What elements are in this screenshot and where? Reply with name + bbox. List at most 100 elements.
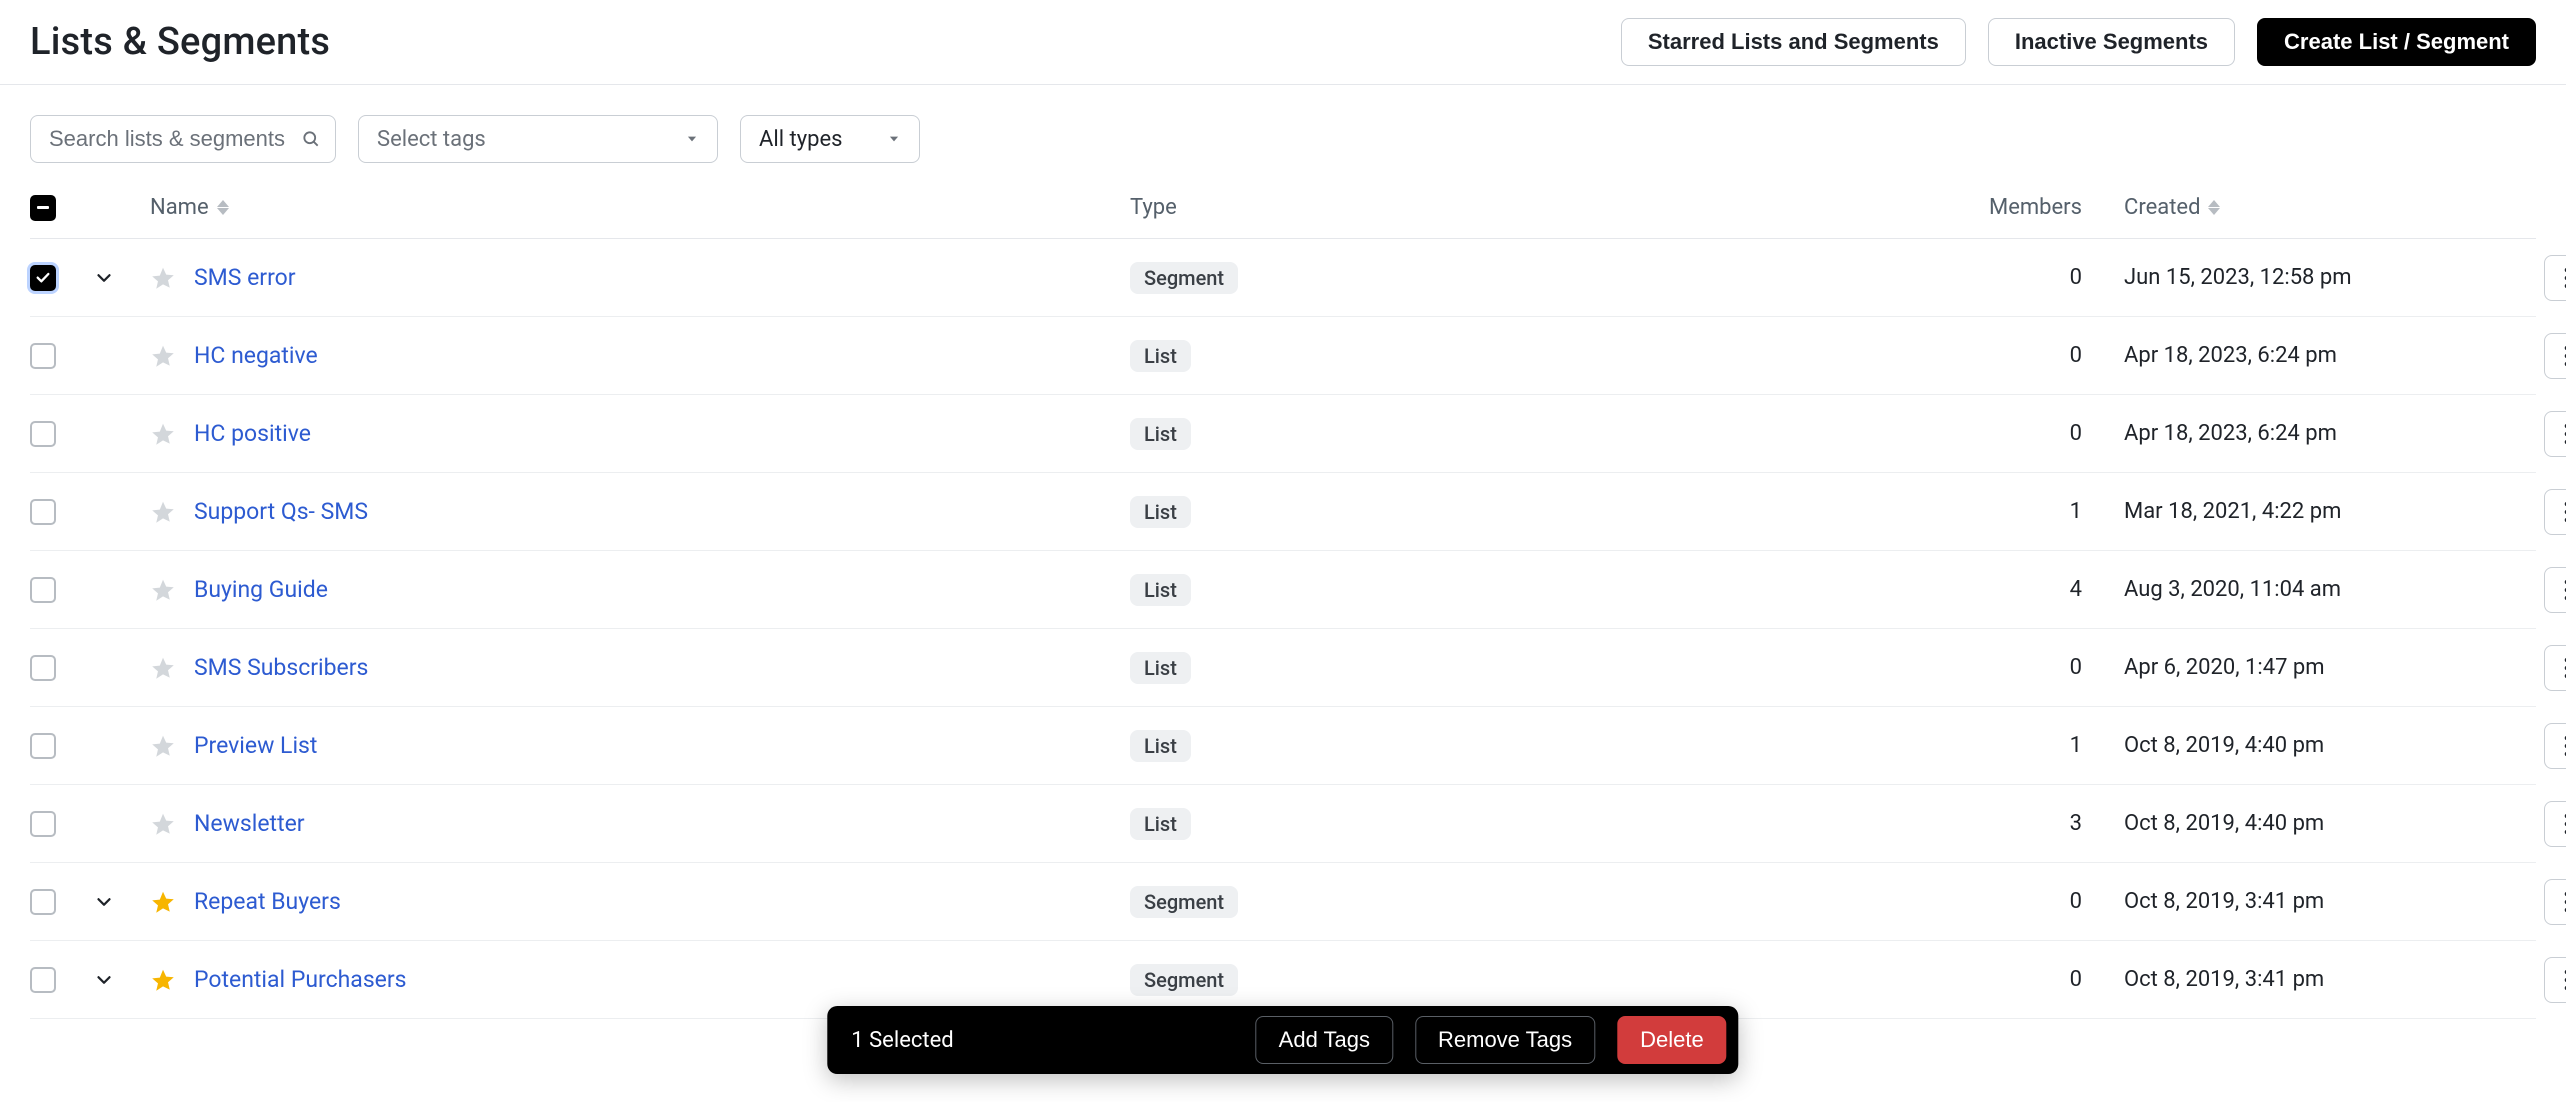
created-value: Jun 15, 2023, 12:58 pm (2090, 265, 2470, 290)
row-name-link[interactable]: Repeat Buyers (194, 888, 341, 915)
row-checkbox[interactable] (30, 265, 56, 291)
column-name-label: Name (150, 195, 209, 220)
row-actions-menu[interactable] (2544, 645, 2566, 691)
chevron-down-icon (887, 132, 901, 146)
star-toggle[interactable] (150, 577, 176, 603)
type-pill: List (1130, 418, 1191, 450)
row-checkbox[interactable] (30, 577, 56, 603)
sort-icon (2208, 200, 2220, 215)
row-checkbox[interactable] (30, 889, 56, 915)
star-toggle[interactable] (150, 967, 176, 993)
header-actions: Starred Lists and Segments Inactive Segm… (1621, 18, 2536, 66)
create-list-segment-button[interactable]: Create List / Segment (2257, 18, 2536, 66)
row-checkbox[interactable] (30, 421, 56, 447)
selection-toolbar: 1 Selected Add Tags Remove Tags Delete (827, 1006, 1738, 1074)
type-pill: List (1130, 808, 1191, 840)
table-header-row: Name Type Members Created (30, 177, 2536, 239)
row-checkbox[interactable] (30, 343, 56, 369)
page-header: Lists & Segments Starred Lists and Segme… (0, 0, 2566, 85)
column-header-name[interactable]: Name (150, 195, 1130, 220)
row-actions-menu[interactable] (2544, 723, 2566, 769)
remove-tags-button[interactable]: Remove Tags (1415, 1016, 1595, 1064)
column-header-type[interactable]: Type (1130, 195, 1830, 220)
column-header-created[interactable]: Created (2090, 195, 2470, 220)
sort-icon (217, 200, 229, 215)
select-all-cell (30, 195, 90, 221)
star-toggle[interactable] (150, 499, 176, 525)
created-value: Apr 6, 2020, 1:47 pm (2090, 655, 2470, 680)
star-toggle[interactable] (150, 733, 176, 759)
members-value: 0 (1830, 889, 2090, 914)
row-checkbox[interactable] (30, 733, 56, 759)
delete-button[interactable]: Delete (1617, 1016, 1727, 1064)
row-checkbox[interactable] (30, 499, 56, 525)
table-row: Repeat Buyers Segment 0Oct 8, 2019, 3:41 p… (30, 863, 2536, 941)
select-all-checkbox[interactable] (30, 195, 56, 221)
created-value: Oct 8, 2019, 3:41 pm (2090, 889, 2470, 914)
column-header-members[interactable]: Members (1830, 195, 2090, 220)
select-tags-dropdown[interactable]: Select tags (358, 115, 718, 163)
table-row: Support Qs- SMSList1Mar 18, 2021, 4:22 p… (30, 473, 2536, 551)
row-actions-menu[interactable] (2544, 801, 2566, 847)
search-input[interactable] (31, 116, 335, 162)
members-value: 0 (1830, 265, 2090, 290)
row-checkbox[interactable] (30, 655, 56, 681)
row-name-link[interactable]: Support Qs- SMS (194, 498, 368, 525)
type-pill: Segment (1130, 886, 1238, 918)
row-name-link[interactable]: SMS error (194, 264, 296, 291)
star-toggle[interactable] (150, 655, 176, 681)
select-tags-label: Select tags (377, 127, 486, 152)
row-name-link[interactable]: Preview List (194, 732, 317, 759)
created-value: Oct 8, 2019, 4:40 pm (2090, 733, 2470, 758)
row-name-link[interactable]: Buying Guide (194, 576, 328, 603)
row-name-link[interactable]: HC positive (194, 420, 311, 447)
row-actions-menu[interactable] (2544, 957, 2566, 1003)
row-actions-menu[interactable] (2544, 255, 2566, 301)
add-tags-button[interactable]: Add Tags (1256, 1016, 1393, 1064)
table-row: HC negativeList0Apr 18, 2023, 6:24 pm (30, 317, 2536, 395)
row-name-link[interactable]: Newsletter (194, 810, 305, 837)
type-pill: List (1130, 496, 1191, 528)
star-toggle[interactable] (150, 811, 176, 837)
created-value: Aug 3, 2020, 11:04 am (2090, 577, 2470, 602)
table-body: SMS errorSegment0Jun 15, 2023, 12:58 pmH… (30, 239, 2536, 1019)
select-types-dropdown[interactable]: All types (740, 115, 920, 163)
row-name-link[interactable]: SMS Subscribers (194, 654, 368, 681)
row-actions-menu[interactable] (2544, 333, 2566, 379)
members-value: 3 (1830, 811, 2090, 836)
type-pill: List (1130, 574, 1191, 606)
table-row: SMS errorSegment0Jun 15, 2023, 12:58 pm (30, 239, 2536, 317)
row-name-link[interactable]: Potential Purchasers (194, 966, 407, 993)
star-toggle[interactable] (150, 889, 176, 915)
members-value: 0 (1830, 421, 2090, 446)
row-actions-menu[interactable] (2544, 489, 2566, 535)
expand-toggle[interactable] (90, 888, 118, 916)
inactive-segments-button[interactable]: Inactive Segments (1988, 18, 2235, 66)
column-members-label: Members (1989, 195, 2082, 220)
search-input-wrapper[interactable] (30, 115, 336, 163)
type-pill: Segment (1130, 964, 1238, 996)
row-actions-menu[interactable] (2544, 567, 2566, 613)
row-actions-menu[interactable] (2544, 879, 2566, 925)
created-value: Apr 18, 2023, 6:24 pm (2090, 421, 2470, 446)
table-row: Newsletter List 3Oct 8, 2019, 4:40 pm (30, 785, 2536, 863)
created-value: Oct 8, 2019, 4:40 pm (2090, 811, 2470, 836)
row-name-link[interactable]: HC negative (194, 342, 318, 369)
row-checkbox[interactable] (30, 811, 56, 837)
row-actions-menu[interactable] (2544, 411, 2566, 457)
search-icon (301, 129, 321, 149)
starred-lists-button[interactable]: Starred Lists and Segments (1621, 18, 1966, 66)
star-toggle[interactable] (150, 421, 176, 447)
column-type-label: Type (1130, 195, 1177, 220)
selection-count: 1 Selected (851, 1028, 953, 1053)
members-value: 0 (1830, 343, 2090, 368)
star-toggle[interactable] (150, 265, 176, 291)
members-value: 0 (1830, 967, 2090, 992)
expand-toggle[interactable] (90, 966, 118, 994)
expand-toggle[interactable] (90, 264, 118, 292)
members-value: 1 (1830, 733, 2090, 758)
star-toggle[interactable] (150, 343, 176, 369)
row-checkbox[interactable] (30, 967, 56, 993)
created-value: Mar 18, 2021, 4:22 pm (2090, 499, 2470, 524)
created-value: Apr 18, 2023, 6:24 pm (2090, 343, 2470, 368)
